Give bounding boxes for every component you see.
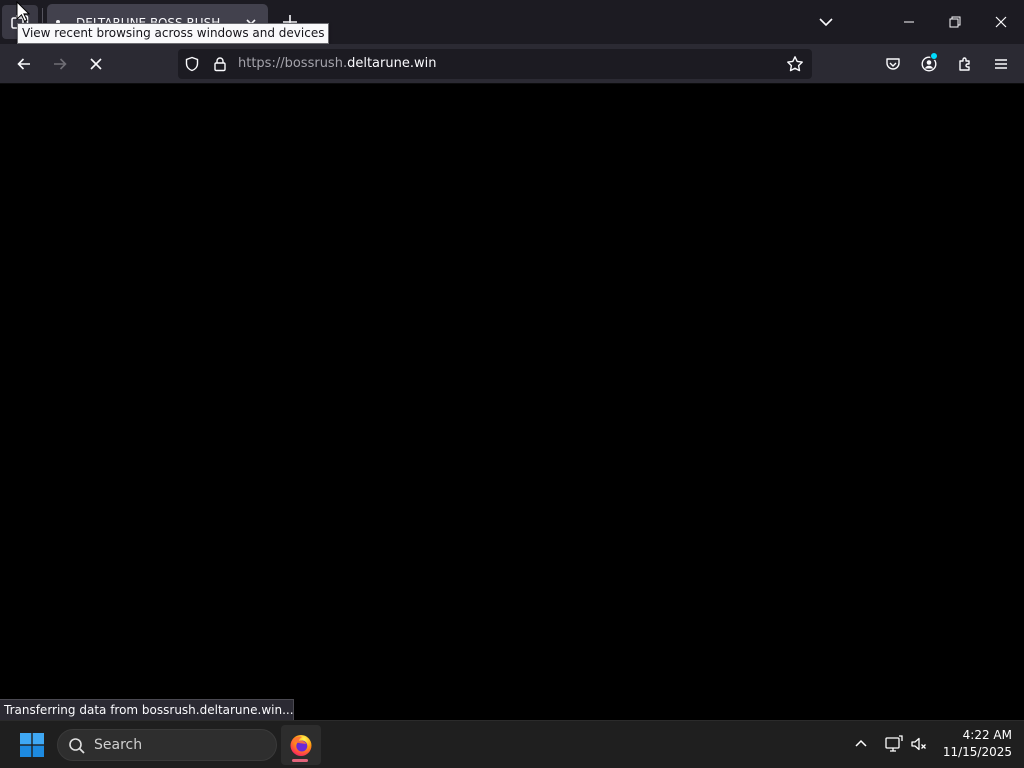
tooltip: View recent browsing across windows and …	[17, 23, 330, 44]
address-bar[interactable]: https://bossrush.deltarune.win	[178, 49, 812, 79]
search-icon	[69, 738, 85, 754]
tracking-protection-shield-icon[interactable]	[184, 56, 200, 72]
minimize-icon	[904, 21, 914, 23]
url-scheme: https://bossrush.	[238, 56, 348, 71]
network-icon[interactable]	[884, 735, 904, 753]
restore-button[interactable]	[932, 0, 978, 44]
search-label: Search	[94, 737, 143, 753]
status-panel: Transferring data from bossrush.deltarun…	[0, 699, 294, 721]
stop-loading-button[interactable]	[81, 50, 111, 78]
back-arrow-icon	[17, 58, 30, 70]
taskbar-search-box[interactable]: Search	[57, 729, 277, 761]
pocket-icon	[886, 58, 900, 70]
start-button[interactable]	[12, 727, 52, 763]
chevron-down-icon[interactable]	[816, 12, 836, 32]
star-icon[interactable]	[786, 55, 804, 73]
close-window-button[interactable]	[978, 0, 1024, 44]
url-domain: deltarune.win	[347, 56, 437, 71]
mouse-cursor-icon	[16, 1, 30, 22]
extensions-button[interactable]	[950, 50, 980, 78]
firefox-icon	[290, 735, 312, 756]
taskbar: Search 4:22 AM 11/15/2025	[0, 720, 1024, 768]
stop-loading-icon	[90, 58, 102, 70]
hamburger-menu-icon	[995, 59, 1007, 69]
clock-date: 11/15/2025	[942, 745, 1012, 759]
forward-button[interactable]	[45, 50, 75, 78]
url-text[interactable]: https://bossrush.deltarune.win	[238, 55, 436, 73]
application-menu-button[interactable]	[986, 50, 1016, 78]
firefox-running-indicator	[292, 759, 308, 762]
chevron-up-icon[interactable]	[852, 735, 870, 753]
pocket-button[interactable]	[878, 50, 908, 78]
volume-muted-icon[interactable]	[910, 735, 928, 753]
lock-icon[interactable]	[212, 56, 228, 72]
close-icon	[995, 16, 1007, 28]
account-notification-badge	[930, 52, 938, 60]
forward-arrow-icon	[54, 58, 67, 70]
back-button[interactable]	[9, 50, 39, 78]
account-button[interactable]	[914, 50, 944, 78]
navigation-toolbar: https://bossrush.deltarune.win	[0, 44, 1024, 84]
page-content[interactable]	[0, 85, 1024, 720]
clock-time: 4:22 AM	[962, 728, 1012, 742]
minimize-button[interactable]	[886, 0, 932, 44]
restore-icon	[949, 16, 961, 28]
puzzle-icon	[959, 57, 970, 71]
system-clock[interactable]: 4:22 AM 11/15/2025	[936, 727, 1012, 761]
windows-logo-icon	[20, 733, 44, 757]
tab-bar: DELTARUNE BOSS RUSH View recent browsing…	[0, 0, 1024, 44]
